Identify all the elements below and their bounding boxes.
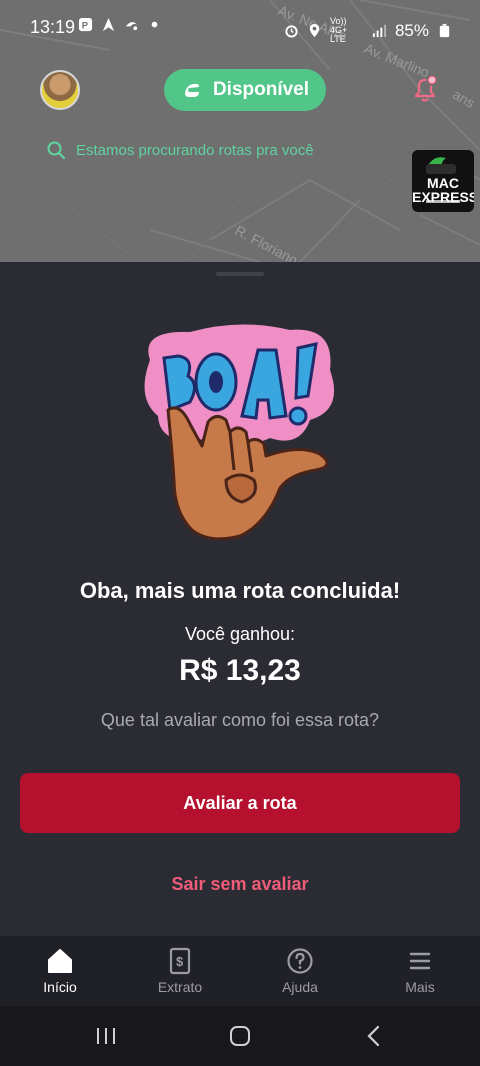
rate-route-button[interactable]: Avaliar a rota bbox=[20, 773, 460, 833]
completion-headline: Oba, mais uma rota concluida! bbox=[79, 578, 401, 603]
home-icon bbox=[48, 949, 72, 973]
network-type: Vo)) 4G+ LTE bbox=[329, 16, 348, 44]
app-logo-icon bbox=[125, 22, 138, 31]
app-logo-icon bbox=[184, 83, 199, 97]
help-icon bbox=[287, 948, 313, 974]
notification-bell-icon[interactable] bbox=[410, 74, 440, 104]
nav-item-inicio[interactable]: Início bbox=[0, 936, 120, 1006]
bottom-navigation: Início $ Extrato Ajuda Mais bbox=[0, 936, 480, 1006]
nav-label: Início bbox=[43, 979, 77, 995]
rate-question: Que tal avaliar como foi essa rota? bbox=[100, 710, 380, 730]
home-button-icon[interactable] bbox=[228, 1024, 252, 1048]
availability-toggle[interactable]: Disponível bbox=[164, 69, 326, 111]
availability-label: Disponível bbox=[212, 79, 310, 100]
svg-text:P: P bbox=[82, 20, 88, 30]
svg-text:$: $ bbox=[176, 954, 184, 969]
route-completed-sheet: Oba, mais uma rota concluida! Você ganho… bbox=[0, 262, 480, 936]
location-icon bbox=[309, 23, 320, 38]
dot-icon bbox=[151, 21, 158, 28]
earnings-value: R$ 13,23 bbox=[179, 654, 301, 687]
nav-label: Extrato bbox=[157, 979, 203, 995]
parking-app-icon: P bbox=[78, 17, 93, 32]
nav-item-extrato[interactable]: $ Extrato bbox=[120, 936, 240, 1006]
nav-label: Ajuda bbox=[282, 979, 318, 995]
nav-item-ajuda[interactable]: Ajuda bbox=[240, 936, 360, 1006]
nav-item-mais[interactable]: Mais bbox=[360, 936, 480, 1006]
sheet-grabber[interactable] bbox=[216, 272, 264, 276]
battery-icon bbox=[439, 23, 450, 38]
nav-label: Mais bbox=[405, 979, 435, 995]
route-search-status: Estamos procurando rotas pra você bbox=[46, 140, 314, 160]
battery-percentage: 85% bbox=[394, 20, 429, 40]
menu-icon bbox=[409, 952, 431, 970]
shaka-hand-illustration bbox=[144, 324, 335, 541]
back-icon[interactable] bbox=[362, 1024, 386, 1048]
search-icon bbox=[47, 141, 66, 160]
system-status-icons: Vo)) 4G+ LTE 85% bbox=[284, 17, 452, 44]
navigation-arrow-icon bbox=[102, 17, 115, 32]
searching-text: Estamos procurando rotas pra você bbox=[76, 141, 314, 159]
recent-apps-icon[interactable] bbox=[94, 1024, 118, 1048]
skip-rating-link[interactable]: Sair sem avaliar bbox=[0, 874, 480, 895]
system-navigation-bar bbox=[0, 1006, 480, 1066]
partner-logo-text: MAC EXPRESS bbox=[412, 175, 474, 205]
alarm-icon bbox=[285, 25, 298, 38]
earnings-label: Você ganhou: bbox=[184, 624, 296, 644]
statement-icon: $ bbox=[169, 947, 191, 975]
status-time: 13:19 bbox=[30, 17, 76, 37]
avatar[interactable] bbox=[40, 70, 80, 110]
status-bar: 13:19 P Vo)) 4G+ LTE 85% bbox=[0, 0, 480, 54]
partner-logo[interactable]: MAC EXPRESS bbox=[412, 150, 474, 212]
signal-icon bbox=[372, 24, 387, 38]
notification-icons: P bbox=[78, 17, 162, 32]
